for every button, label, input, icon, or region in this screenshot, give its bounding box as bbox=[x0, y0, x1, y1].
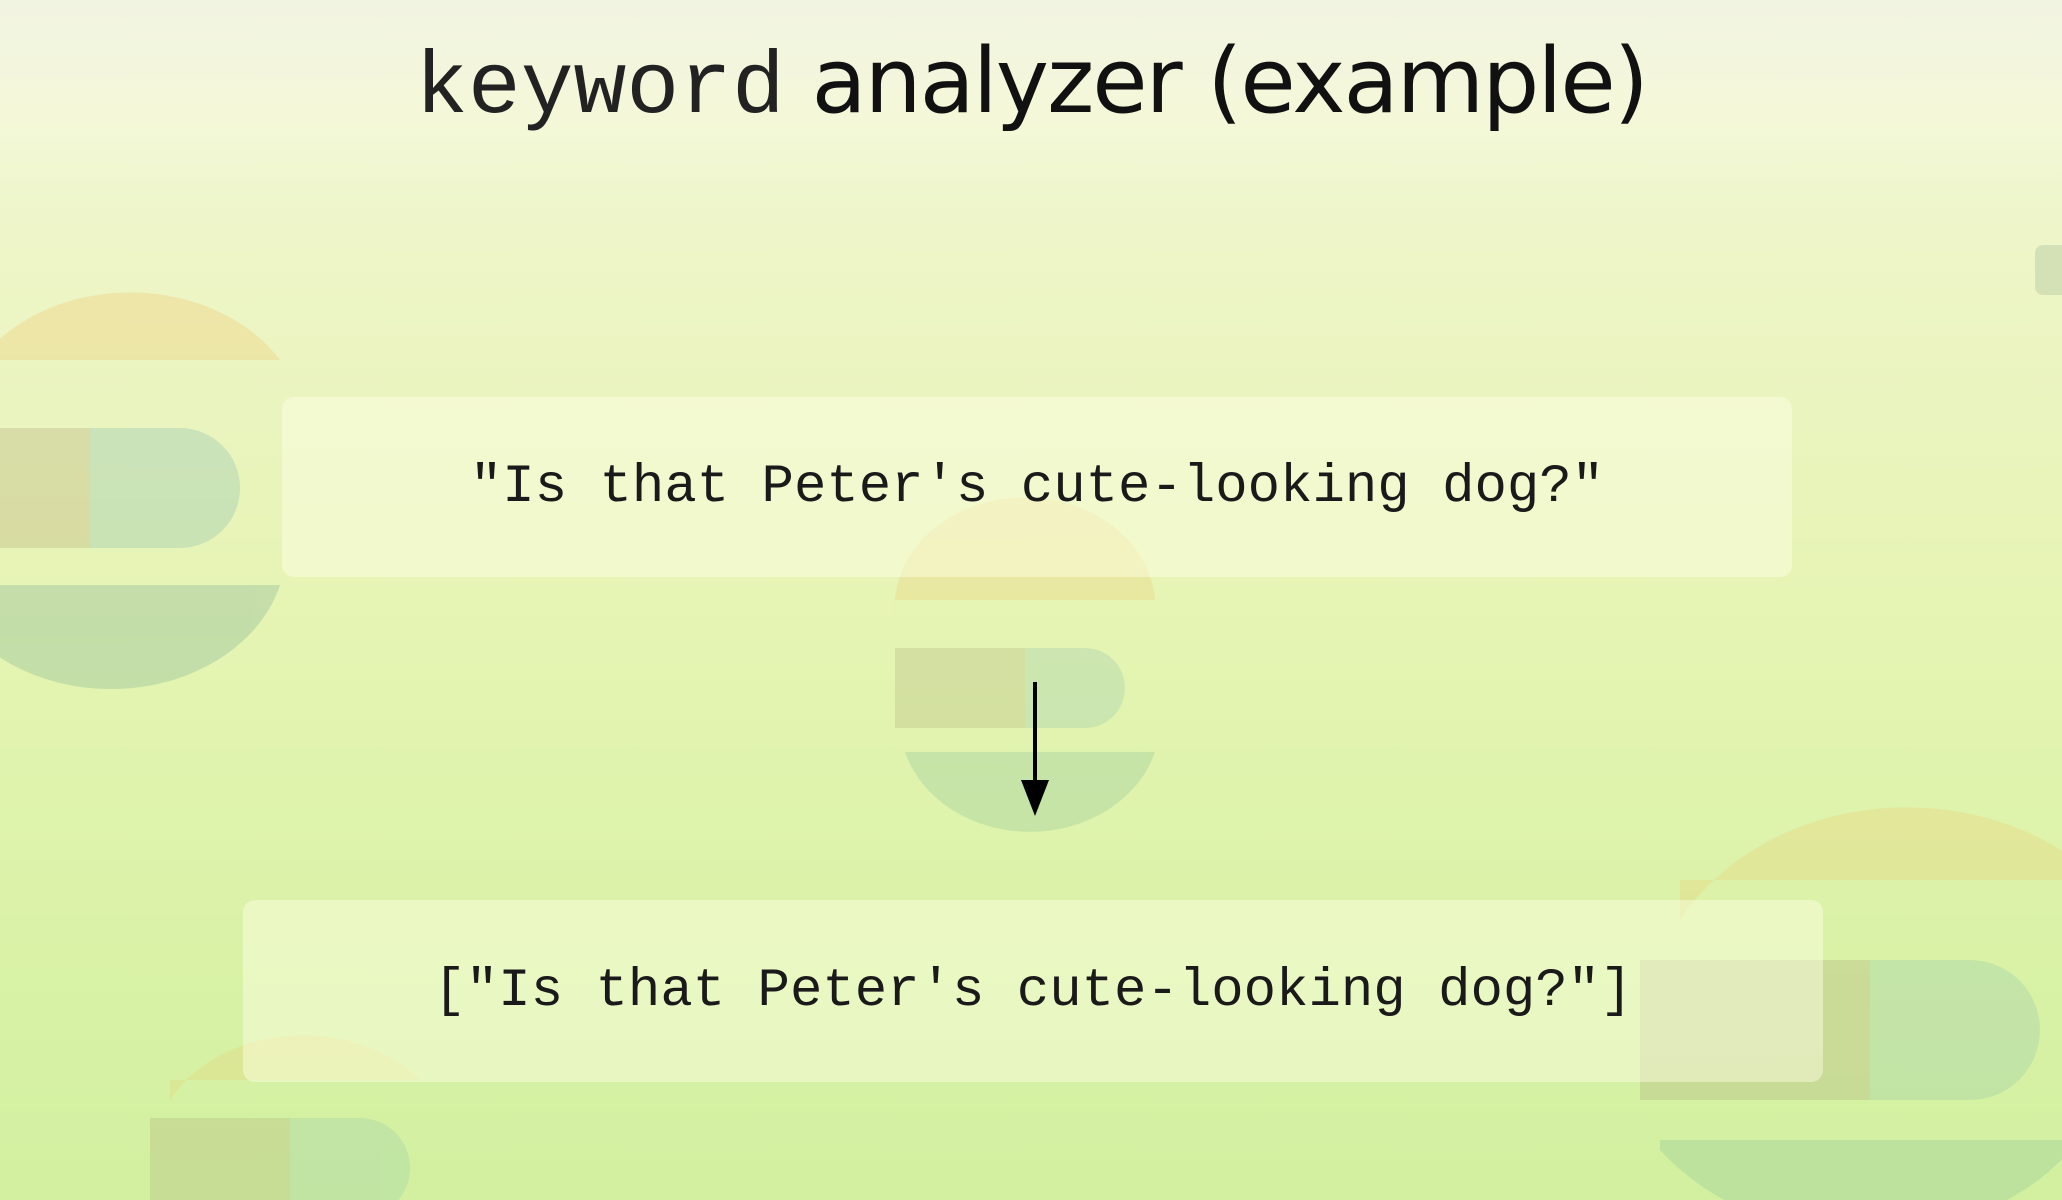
title-text: analyzer (example) bbox=[811, 29, 1648, 134]
output-tokens: ["Is that Peter's cute-looking dog?"] bbox=[433, 960, 1633, 1022]
arrow-down-icon bbox=[1021, 682, 1049, 816]
title-code-word: keyword bbox=[415, 40, 785, 139]
output-token-box: ["Is that Peter's cute-looking dog?"] bbox=[243, 900, 1823, 1082]
slide-title: keyword analyzer (example) bbox=[0, 20, 2062, 150]
input-text-box: "Is that Peter's cute-looking dog?" bbox=[282, 397, 1792, 577]
input-text: "Is that Peter's cute-looking dog?" bbox=[469, 456, 1605, 518]
